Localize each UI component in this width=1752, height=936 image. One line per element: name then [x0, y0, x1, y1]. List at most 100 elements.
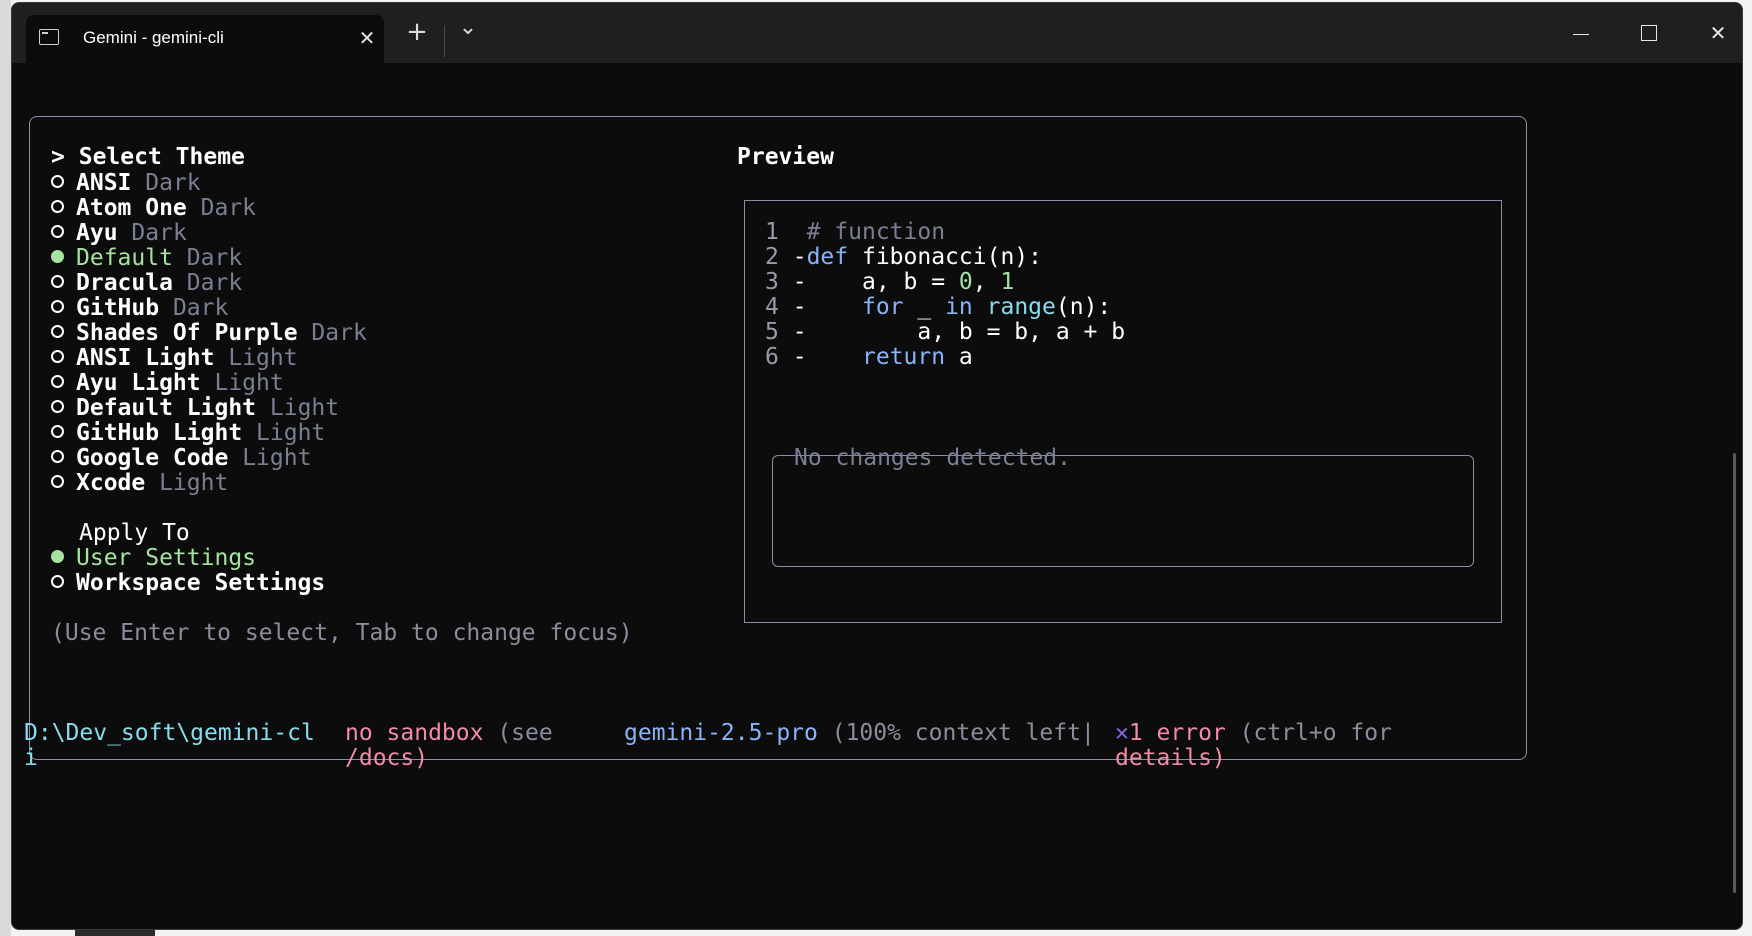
theme-option[interactable]: Shades Of Purple Dark	[51, 319, 367, 347]
radio-selected-icon	[51, 550, 64, 563]
cwd-path-wrap: i	[24, 745, 38, 771]
terminal-icon	[39, 29, 59, 45]
maximize-icon	[1641, 25, 1657, 41]
code-line: 6 - return a	[765, 343, 973, 371]
error-hint: (ctrl+o for	[1225, 720, 1392, 746]
minimize-button[interactable]	[1558, 17, 1604, 49]
radio-icon	[51, 325, 64, 338]
diff-message: No changes detected.	[794, 445, 1071, 471]
line-number: 2	[765, 244, 779, 270]
title-bar: Gemini - gemini-cli ✕ + ⌄ ✕	[12, 3, 1742, 63]
diff-marker: -	[792, 269, 807, 295]
sandbox-status: no sandbox (see	[345, 719, 553, 747]
code-token: fibonacci(n):	[848, 244, 1042, 270]
theme-option[interactable]: Default Light Light	[51, 394, 339, 422]
help-hint: (Use Enter to select, Tab to change focu…	[51, 620, 633, 646]
code-token: # function	[806, 219, 946, 245]
minimize-icon	[1573, 33, 1589, 36]
line-number: 4	[765, 294, 779, 320]
theme-type: Dark	[186, 245, 243, 271]
diff-marker: -	[792, 319, 807, 345]
theme-name: Xcode	[76, 470, 146, 496]
theme-option[interactable]: Ayu Light Light	[51, 369, 284, 397]
chevron-down-icon[interactable]: ⌄	[456, 15, 480, 40]
theme-type: Dark	[131, 220, 187, 246]
radio-icon	[51, 175, 64, 188]
theme-name: Default	[76, 245, 173, 271]
theme-type: Light	[159, 470, 229, 496]
radio-icon	[51, 225, 64, 238]
code-token: _	[903, 294, 946, 320]
line-number: 6	[765, 344, 779, 370]
code-token: ,	[972, 269, 1001, 295]
code-token: 0	[958, 269, 973, 295]
error-count: 1 error	[1128, 720, 1226, 746]
close-window-button[interactable]: ✕	[1695, 17, 1741, 49]
theme-name: GitHub Light	[76, 420, 243, 446]
theme-type: Dark	[186, 270, 243, 296]
theme-name: ANSI	[76, 170, 132, 196]
radio-icon	[51, 300, 64, 313]
theme-type: Light	[256, 420, 326, 446]
terminal-content[interactable]: > Select Theme ANSI Dark Atom One Dark Ayu…	[12, 63, 1742, 929]
radio-icon	[51, 450, 64, 463]
code-token: def	[806, 244, 849, 270]
error-icon: ✕	[1115, 720, 1129, 746]
theme-option[interactable]: Dracula Dark	[51, 269, 242, 297]
theme-name: Atom One	[76, 195, 187, 221]
radio-icon	[51, 400, 64, 413]
theme-option[interactable]: Google Code Light	[51, 444, 311, 472]
tab-gemini[interactable]: Gemini - gemini-cli ✕	[26, 15, 384, 63]
theme-option[interactable]: ANSI Light Light	[51, 344, 298, 372]
theme-option[interactable]: ANSI Dark	[51, 169, 201, 197]
scope-option[interactable]: Workspace Settings	[51, 569, 325, 597]
theme-name: Shades Of Purple	[76, 320, 298, 346]
model-status: gemini-2.5-pro (100% context left|	[624, 719, 1095, 747]
theme-type: Dark	[200, 195, 257, 221]
dialog-heading: > Select Theme	[51, 143, 245, 171]
theme-name: Default Light	[76, 395, 257, 421]
theme-option[interactable]: GitHub Light Light	[51, 419, 325, 447]
theme-option[interactable]: Atom One Dark	[51, 194, 256, 222]
code-line: 2 -def fibonacci(n):	[765, 243, 1042, 271]
maximize-button[interactable]	[1626, 17, 1672, 49]
theme-type: Light	[269, 395, 340, 421]
close-tab-icon[interactable]: ✕	[356, 27, 378, 49]
terminal-window: Gemini - gemini-cli ✕ + ⌄ ✕ > Select The…	[11, 2, 1743, 930]
code-token: a	[945, 344, 973, 370]
error-hint-wrap: details)	[1115, 745, 1226, 771]
code-token: (n):	[1055, 294, 1112, 320]
diff-marker: -	[792, 294, 807, 320]
code-token: return	[861, 344, 946, 370]
theme-type: Light	[242, 445, 312, 471]
theme-name: Ayu Light	[76, 370, 201, 396]
code-line: 4 - for _ in range(n):	[765, 293, 1111, 321]
theme-option[interactable]: Default Dark	[51, 244, 242, 272]
radio-selected-icon	[51, 250, 64, 263]
code-token: range	[986, 294, 1056, 320]
theme-option[interactable]: GitHub Dark	[51, 294, 228, 322]
radio-icon	[51, 575, 64, 588]
theme-type: Dark	[311, 320, 367, 346]
theme-option[interactable]: Ayu Dark	[51, 219, 187, 247]
diff-marker: -	[792, 244, 807, 270]
code-line: 5 - a, b = b, a + b	[765, 318, 1125, 346]
scope-option[interactable]: User Settings	[51, 544, 256, 572]
theme-option[interactable]: Xcode Light	[51, 469, 228, 497]
code-line: 3 - a, b = 0, 1	[765, 268, 1014, 296]
line-number: 1	[765, 219, 779, 245]
new-tab-button[interactable]: +	[405, 17, 429, 47]
line-number: 3	[765, 269, 779, 295]
scope-name: Workspace Settings	[76, 570, 326, 596]
cwd-path: D:\Dev_soft\gemini-cl	[24, 720, 315, 746]
radio-icon	[51, 200, 64, 213]
sandbox-hint: (see	[483, 720, 553, 746]
diff-marker	[793, 219, 807, 245]
scrollbar[interactable]	[1733, 453, 1736, 893]
theme-type: Light	[228, 345, 298, 371]
theme-name: Dracula	[76, 270, 173, 296]
